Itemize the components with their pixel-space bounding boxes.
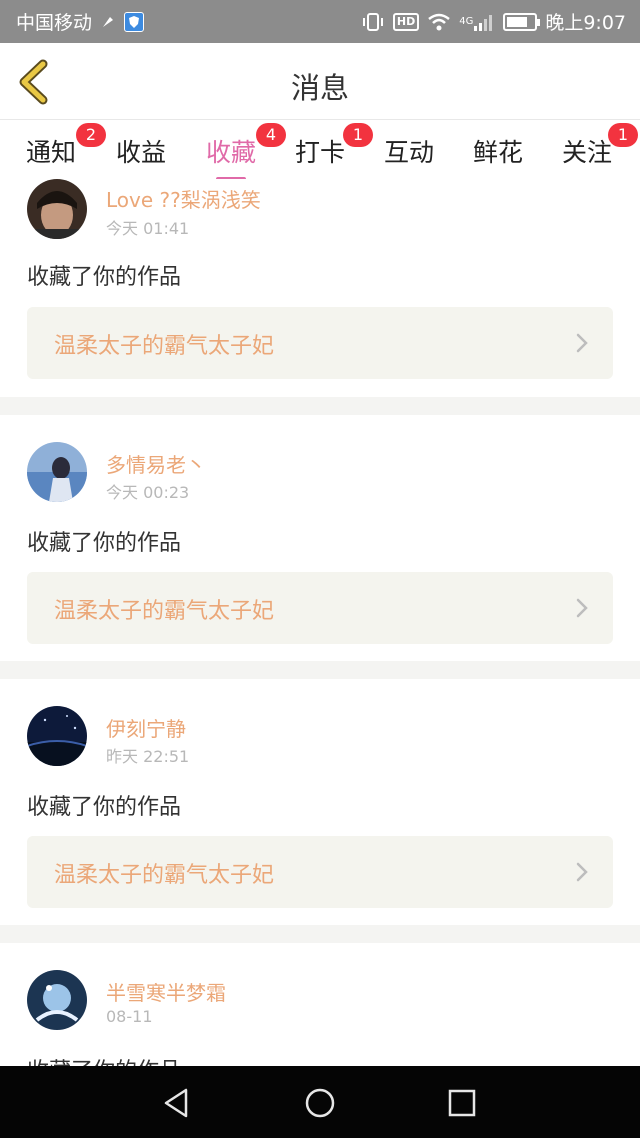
tab-checkin[interactable]: 打卡 1 <box>295 123 374 169</box>
system-nav-bar <box>0 1066 640 1138</box>
timestamp: 昨天 22:51 <box>106 747 190 766</box>
list-item: 伊刻宁静 昨天 22:51 收藏了你的作品 温柔太子的霸气太子妃 <box>0 679 640 926</box>
signal-icon: 4G <box>459 13 495 31</box>
tab-earnings[interactable]: 收益 <box>116 133 166 169</box>
list-item: 半雪寒半梦霜 08-11 收藏了你的作品 <box>0 943 640 1066</box>
unread-badge: 4 <box>256 123 287 147</box>
work-title: 温柔太子的霸气太子妃 <box>54 599 275 624</box>
timestamp: 今天 00:23 <box>106 483 190 502</box>
unread-badge: 2 <box>76 123 107 147</box>
chevron-right-icon <box>576 862 588 882</box>
battery-icon <box>503 12 541 31</box>
work-title: 温柔太子的霸气太子妃 <box>54 863 275 888</box>
divider <box>0 925 640 943</box>
action-text: 收藏了你的作品 <box>27 1053 181 1066</box>
tab-notifications[interactable]: 通知 2 <box>26 123 107 169</box>
list-item: Love ??梨涡浅笑 今天 01:41 收藏了你的作品 温柔太子的霸气太子妃 <box>0 179 640 397</box>
chevron-right-icon <box>576 598 588 618</box>
work-link[interactable]: 温柔太子的霸气太子妃 <box>27 572 613 644</box>
avatar[interactable] <box>27 442 87 502</box>
clock: 晚上9:07 <box>545 12 626 34</box>
triangle-back-icon[interactable] <box>160 1086 194 1120</box>
tab-follows[interactable]: 关注 1 <box>562 123 639 169</box>
work-link[interactable]: 温柔太子的霸气太子妃 <box>27 836 613 908</box>
action-text: 收藏了你的作品 <box>27 265 182 290</box>
vibrate-icon <box>361 12 385 32</box>
timestamp: 08-11 <box>106 1007 153 1026</box>
tab-label: 收藏 <box>206 138 257 167</box>
wifi-icon <box>427 12 451 32</box>
status-bar: 中国移动 HD 4G 晚上9:07 <box>0 0 640 43</box>
tab-interactions[interactable]: 互动 <box>384 133 434 169</box>
divider <box>0 661 640 679</box>
action-text: 收藏了你的作品 <box>27 531 182 556</box>
tab-label: 鲜花 <box>473 138 524 167</box>
favorites-feed[interactable]: Love ??梨涡浅笑 今天 01:41 收藏了你的作品 温柔太子的霸气太子妃 … <box>0 179 640 1066</box>
hd-icon: HD <box>392 12 420 31</box>
user-name[interactable]: 伊刻宁静 <box>106 713 186 742</box>
user-name[interactable]: Love ??梨涡浅笑 <box>106 184 261 213</box>
work-title: 温柔太子的霸气太子妃 <box>54 334 275 359</box>
tab-label: 打卡 <box>295 138 346 167</box>
tab-label: 互动 <box>384 138 435 167</box>
shield-icon <box>124 11 145 32</box>
divider <box>0 397 640 415</box>
tab-favorites[interactable]: 收藏 4 <box>206 123 287 181</box>
tab-label: 通知 <box>26 138 77 167</box>
timestamp: 今天 01:41 <box>106 219 190 238</box>
app-header: 消息 <box>0 43 640 120</box>
tab-flowers[interactable]: 鲜花 <box>473 133 523 169</box>
avatar[interactable] <box>27 970 87 1030</box>
avatar[interactable] <box>27 179 87 239</box>
tab-label: 关注 <box>562 138 613 167</box>
avatar[interactable] <box>27 706 87 766</box>
unread-badge: 1 <box>608 123 639 147</box>
user-name[interactable]: 半雪寒半梦霜 <box>106 977 226 1006</box>
square-recent-icon[interactable] <box>445 1086 479 1120</box>
user-name[interactable]: 多情易老丶 <box>106 449 206 478</box>
network-type-label: 4G <box>459 16 474 27</box>
chevron-right-icon <box>576 333 588 353</box>
action-text: 收藏了你的作品 <box>27 795 182 820</box>
work-link[interactable]: 温柔太子的霸气太子妃 <box>27 307 613 379</box>
carrier-label: 中国移动 <box>16 12 93 34</box>
list-item: 多情易老丶 今天 00:23 收藏了你的作品 温柔太子的霸气太子妃 <box>0 415 640 662</box>
tab-label: 收益 <box>116 138 167 167</box>
unread-badge: 1 <box>343 123 374 147</box>
page-title: 消息 <box>290 71 349 105</box>
circle-home-icon[interactable] <box>303 1086 337 1120</box>
rocket-icon <box>100 14 116 30</box>
tab-bar: 通知 2 收益 收藏 4 打卡 1 互动 鲜花 关注 1 <box>0 121 640 181</box>
